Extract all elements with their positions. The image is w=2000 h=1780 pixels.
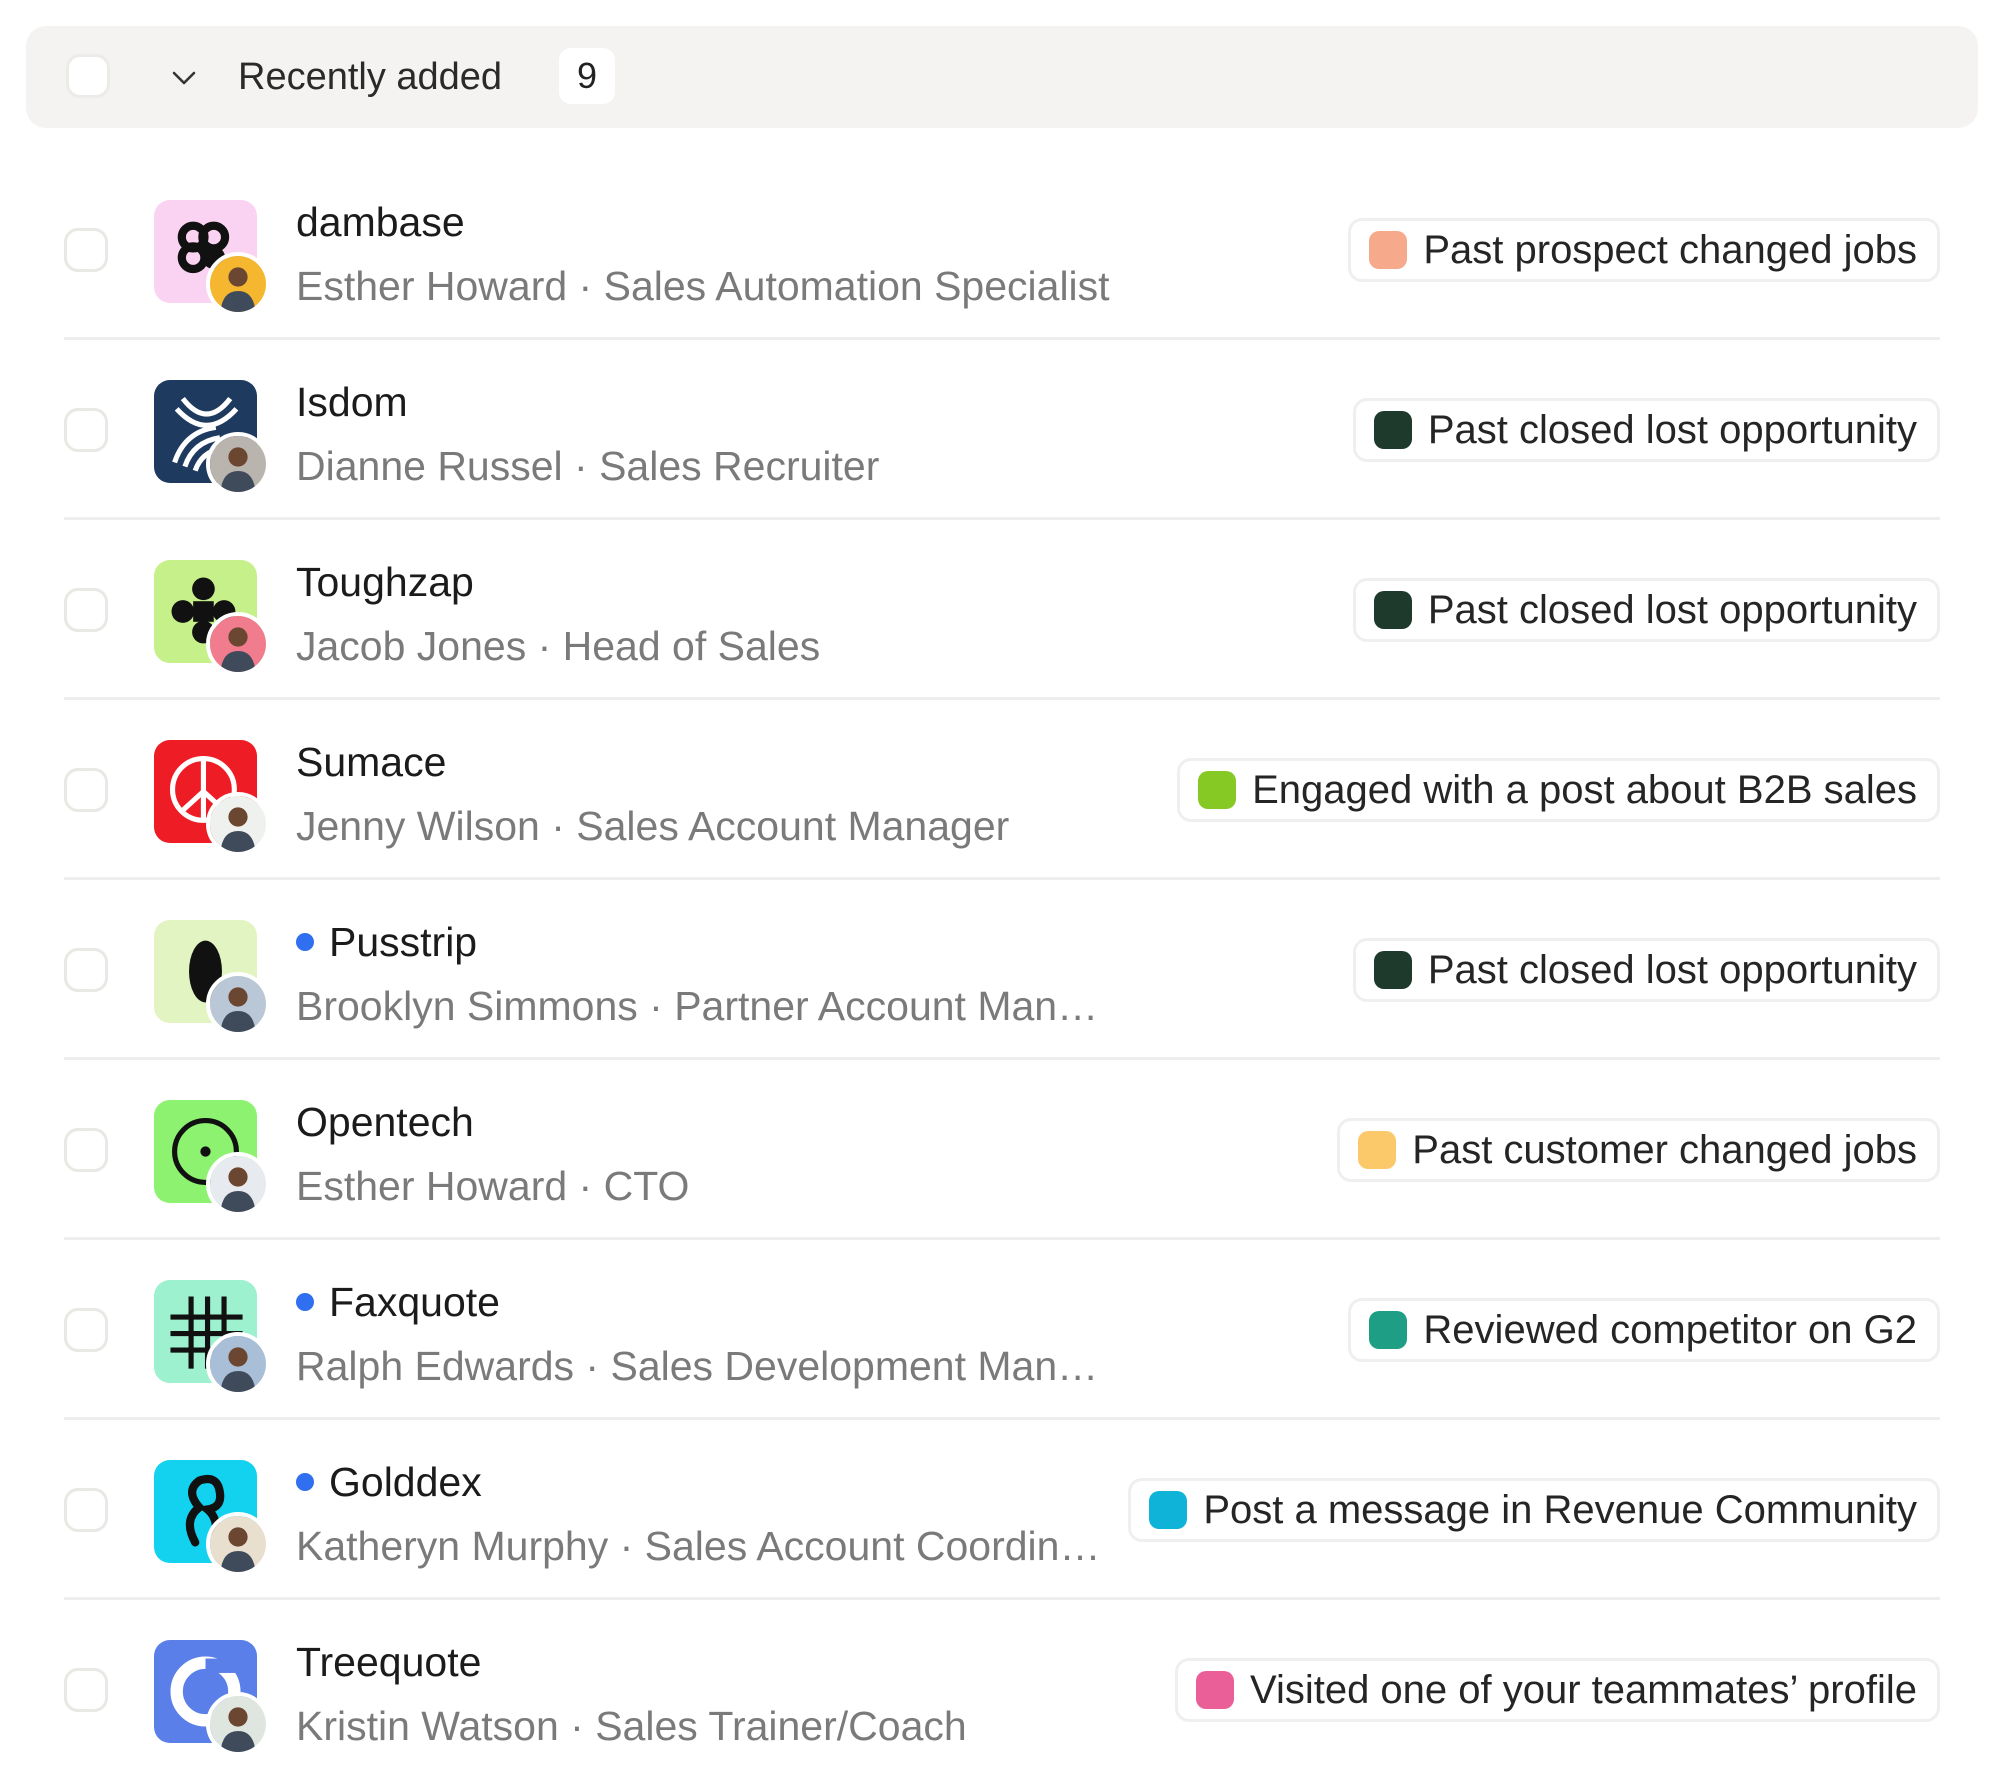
group-label: Recently added xyxy=(238,56,503,98)
company-name[interactable]: Sumace xyxy=(296,734,446,790)
company-name-line: Opentech xyxy=(296,1094,474,1150)
select-all-checkbox[interactable] xyxy=(66,54,110,98)
row-checkbox[interactable] xyxy=(64,588,108,632)
tag-color-swatch xyxy=(1195,1671,1234,1709)
list-item[interactable]: Pusstrip Brooklyn Simmons · Partner Acco… xyxy=(0,880,2000,1060)
contact-name-title: Jenny Wilson · Sales Account Manager xyxy=(296,803,1010,849)
tag-label: Past closed lost opportunity xyxy=(1427,408,1917,452)
list-item[interactable]: Opentech Esther Howard · CTO Past custom… xyxy=(0,1060,2000,1240)
contact-name-title: Esther Howard · Sales Automation Special… xyxy=(296,263,1110,309)
row-checkbox[interactable] xyxy=(64,1488,108,1532)
list-item[interactable]: Treequote Kristin Watson · Sales Trainer… xyxy=(0,1600,2000,1780)
new-indicator-dot xyxy=(296,933,314,951)
signal-tag[interactable]: Engaged with a post about B2B sales xyxy=(1177,758,1940,822)
contact-name-title: Katheryn Murphy · Sales Account Coordin… xyxy=(296,1523,1101,1569)
row-checkbox[interactable] xyxy=(64,768,108,812)
company-logo xyxy=(154,1640,270,1756)
tag-label: Visited one of your teammates’ profile xyxy=(1249,1668,1917,1712)
tag-color-swatch xyxy=(1198,771,1237,809)
company-name[interactable]: Faxquote xyxy=(329,1274,500,1330)
group-header[interactable]: Recently added 9 xyxy=(26,26,1978,128)
signal-tag[interactable]: Reviewed competitor on G2 xyxy=(1348,1298,1940,1362)
list-item[interactable]: Golddex Katheryn Murphy · Sales Account … xyxy=(0,1420,2000,1600)
tag-color-swatch xyxy=(1369,231,1408,269)
row-checkbox[interactable] xyxy=(64,1128,108,1172)
company-name-line: Sumace xyxy=(296,734,446,790)
contact-name-title: Brooklyn Simmons · Partner Account Manag… xyxy=(296,983,1116,1029)
list-item[interactable]: Faxquote Ralph Edwards · Sales Developme… xyxy=(0,1240,2000,1420)
chevron-down-icon[interactable] xyxy=(168,62,200,94)
avatar xyxy=(206,1152,270,1216)
group-count-badge: 9 xyxy=(559,48,615,104)
company-name-line: Toughzap xyxy=(296,554,474,610)
new-indicator-dot xyxy=(296,1293,314,1311)
company-name[interactable]: Treequote xyxy=(296,1634,481,1690)
company-name-line: Pusstrip xyxy=(296,914,477,970)
tag-label: Past customer changed jobs xyxy=(1412,1128,1917,1172)
avatar xyxy=(206,612,270,676)
list-item[interactable]: Sumace Jenny Wilson · Sales Account Mana… xyxy=(0,700,2000,880)
company-name[interactable]: Opentech xyxy=(296,1094,474,1150)
tag-color-swatch xyxy=(1373,591,1412,629)
tag-color-swatch xyxy=(1373,951,1412,989)
company-logo xyxy=(154,380,270,496)
company-name-line: Golddex xyxy=(296,1454,482,1510)
company-logo xyxy=(154,740,270,856)
list-item[interactable]: Isdom Dianne Russel · Sales Recruiter Pa… xyxy=(0,340,2000,520)
contact-name-title: Dianne Russel · Sales Recruiter xyxy=(296,443,880,489)
company-logo xyxy=(154,560,270,676)
company-name[interactable]: Isdom xyxy=(296,374,408,430)
tag-color-swatch xyxy=(1358,1131,1397,1169)
avatar xyxy=(206,792,270,856)
tag-label: Post a message in Revenue Community xyxy=(1203,1488,1917,1532)
avatar xyxy=(206,252,270,316)
list-item[interactable]: dambase Esther Howard · Sales Automation… xyxy=(0,160,2000,340)
avatar xyxy=(206,1512,270,1576)
company-name[interactable]: dambase xyxy=(296,194,465,250)
avatar xyxy=(206,432,270,496)
row-checkbox[interactable] xyxy=(64,228,108,272)
avatar xyxy=(206,972,270,1036)
company-logo xyxy=(154,1280,270,1396)
company-name[interactable]: Golddex xyxy=(329,1454,482,1510)
tag-label: Past closed lost opportunity xyxy=(1427,588,1917,632)
tag-label: Past prospect changed jobs xyxy=(1423,228,1917,272)
signal-tag[interactable]: Visited one of your teammates’ profile xyxy=(1174,1658,1940,1722)
avatar xyxy=(206,1332,270,1396)
company-name-line: Isdom xyxy=(296,374,408,430)
avatar xyxy=(206,1692,270,1756)
signal-tag[interactable]: Past prospect changed jobs xyxy=(1348,218,1940,282)
tag-color-swatch xyxy=(1373,411,1412,449)
signal-tag[interactable]: Past closed lost opportunity xyxy=(1352,578,1940,642)
tag-color-swatch xyxy=(1149,1491,1188,1529)
company-name[interactable]: Toughzap xyxy=(296,554,474,610)
contact-name-title: Esther Howard · CTO xyxy=(296,1163,690,1209)
company-name[interactable]: Pusstrip xyxy=(329,914,477,970)
company-logo xyxy=(154,920,270,1036)
signal-tag[interactable]: Past closed lost opportunity xyxy=(1352,938,1940,1002)
list-item[interactable]: Toughzap Jacob Jones · Head of Sales Pas… xyxy=(0,520,2000,700)
company-name-line: Faxquote xyxy=(296,1274,500,1330)
company-logo xyxy=(154,1460,270,1576)
tag-label: Past closed lost opportunity xyxy=(1427,948,1917,992)
contact-name-title: Jacob Jones · Head of Sales xyxy=(296,623,821,669)
company-name-line: Treequote xyxy=(296,1634,481,1690)
row-checkbox[interactable] xyxy=(64,948,108,992)
tag-label: Reviewed competitor on G2 xyxy=(1423,1308,1917,1352)
contact-name-title: Ralph Edwards · Sales Development Manage… xyxy=(296,1343,1116,1389)
company-name-line: dambase xyxy=(296,194,465,250)
company-logo xyxy=(154,1100,270,1216)
contact-name-title: Kristin Watson · Sales Trainer/Coach xyxy=(296,1703,967,1749)
row-checkbox[interactable] xyxy=(64,1668,108,1712)
company-logo xyxy=(154,200,270,316)
tag-label: Engaged with a post about B2B sales xyxy=(1252,768,1917,812)
signal-tag[interactable]: Post a message in Revenue Community xyxy=(1128,1478,1940,1542)
tag-color-swatch xyxy=(1369,1311,1408,1349)
signal-tag[interactable]: Past closed lost opportunity xyxy=(1352,398,1940,462)
row-checkbox[interactable] xyxy=(64,1308,108,1352)
row-checkbox[interactable] xyxy=(64,408,108,452)
signal-tag[interactable]: Past customer changed jobs xyxy=(1337,1118,1940,1182)
new-indicator-dot xyxy=(296,1473,314,1491)
